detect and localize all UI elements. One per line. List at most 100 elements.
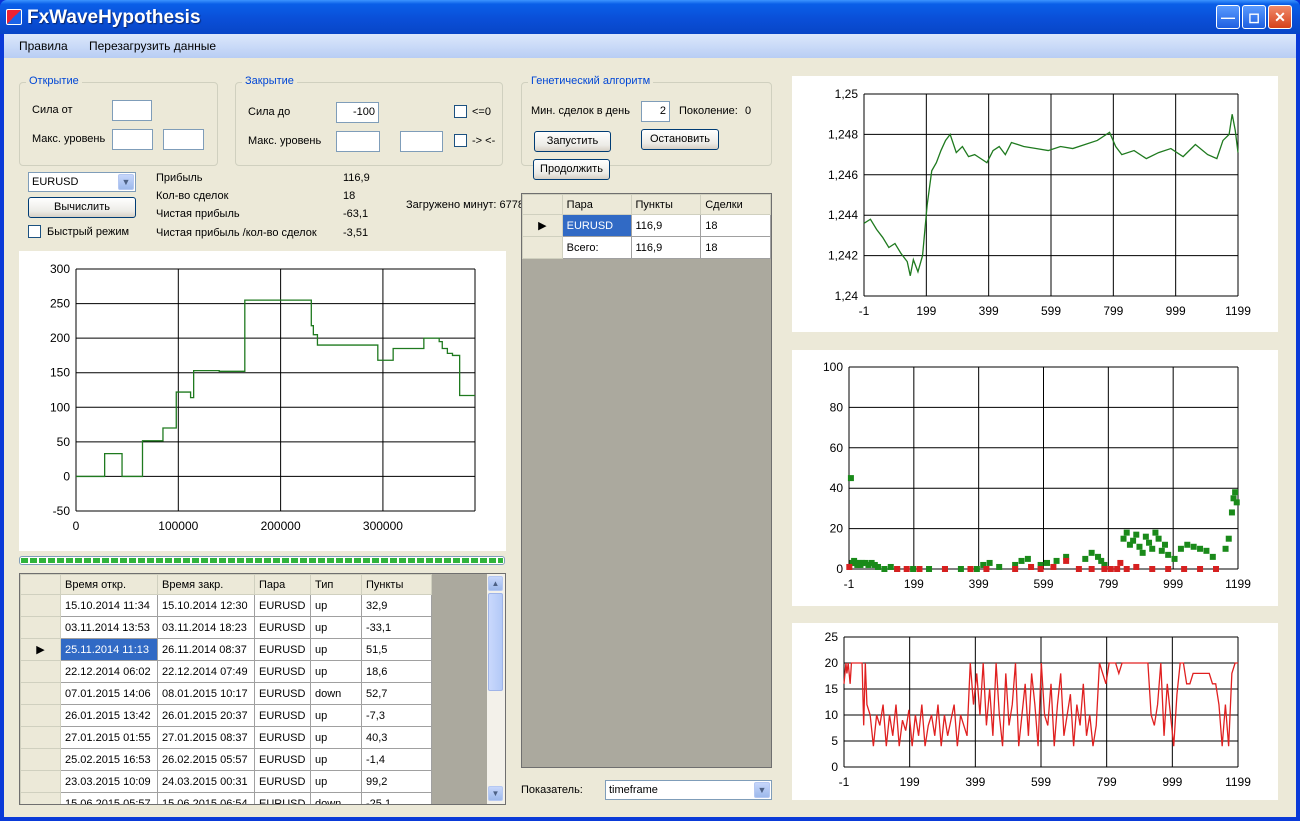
row-header[interactable]	[20, 616, 61, 639]
table-cell[interactable]: EURUSD	[254, 792, 311, 804]
menu-reload-data[interactable]: Перезагрузить данные	[89, 39, 216, 53]
table-cell[interactable]: 26.02.2015 05:57	[157, 748, 255, 771]
table-row[interactable]: 25.02.2015 16:53 26.02.2015 05:57 EURUSD up…	[20, 748, 441, 771]
row-header[interactable]	[522, 236, 563, 259]
row-header[interactable]	[20, 594, 61, 617]
scroll-down-icon[interactable]: ▼	[488, 786, 503, 801]
table-cell[interactable]: EURUSD	[254, 660, 311, 683]
min-trades-input[interactable]: 2	[641, 101, 670, 122]
table-cell[interactable]: 03.11.2014 13:53	[60, 616, 158, 639]
table-cell[interactable]: up	[310, 770, 362, 793]
table-cell[interactable]: up	[310, 616, 362, 639]
table-cell[interactable]: 27.01.2015 01:55	[60, 726, 158, 749]
continue-button[interactable]: Продолжить	[533, 159, 610, 180]
pair-select[interactable]: EURUSD ▼	[28, 172, 136, 192]
le-zero-checkbox[interactable]	[454, 105, 467, 118]
row-header[interactable]: ▶	[522, 214, 563, 237]
table-cell[interactable]: 15.06.2015 06:54	[157, 792, 255, 804]
scroll-up-icon[interactable]: ▲	[488, 576, 503, 591]
col-header-open-time[interactable]: Время откр.	[60, 574, 158, 595]
maximize-button[interactable]: ◻	[1242, 5, 1266, 29]
calculate-button[interactable]: Вычислить	[28, 197, 136, 218]
table-cell[interactable]: -33,1	[361, 616, 432, 639]
table-cell[interactable]: down	[310, 792, 362, 804]
table-cell[interactable]: 07.01.2015 14:06	[60, 682, 158, 705]
table-cell[interactable]: 27.01.2015 08:37	[157, 726, 255, 749]
table-cell[interactable]: 99,2	[361, 770, 432, 793]
col-header-points[interactable]: Пункты	[361, 574, 432, 595]
table-cell[interactable]: up	[310, 748, 362, 771]
table-cell[interactable]: -25,1	[361, 792, 432, 804]
table-cell[interactable]: EURUSD	[254, 638, 311, 661]
menu-rules[interactable]: Правила	[19, 39, 68, 53]
chevron-down-icon[interactable]: ▼	[118, 174, 134, 190]
table-cell[interactable]: 51,5	[361, 638, 432, 661]
table-cell[interactable]: Всего:	[561, 236, 632, 259]
table-row[interactable]: ▶ 25.11.2014 11:13 26.11.2014 08:37 EURUSD u…	[20, 638, 441, 661]
table-cell[interactable]: up	[310, 726, 362, 749]
trades-grid[interactable]: Время откр. Время закр. Пара Тип Пункты …	[19, 573, 506, 805]
table-cell[interactable]: 22.12.2014 06:02	[60, 660, 158, 683]
table-cell[interactable]: 03.11.2014 18:23	[157, 616, 255, 639]
open-max-level-input-b[interactable]	[163, 129, 204, 150]
row-header[interactable]: ▶	[20, 638, 61, 661]
row-header[interactable]	[20, 704, 61, 727]
table-cell[interactable]: up	[310, 660, 362, 683]
table-cell[interactable]: 18	[700, 214, 771, 237]
table-cell[interactable]: down	[310, 682, 362, 705]
scroll-thumb[interactable]	[488, 593, 503, 691]
close-max-level-input-a[interactable]	[336, 131, 380, 152]
table-cell[interactable]: up	[310, 638, 362, 661]
strength-from-input[interactable]	[112, 100, 152, 121]
table-row[interactable]: Всего: 116,9 18	[522, 236, 771, 259]
table-row[interactable]: 15.06.2015 05:57 15.06.2015 06:54 EURUSD do…	[20, 792, 441, 804]
table-cell[interactable]: 25.02.2015 16:53	[60, 748, 158, 771]
table-cell[interactable]: EURUSD	[254, 726, 311, 749]
trades-scrollbar[interactable]: ▲ ▼	[487, 574, 505, 804]
table-cell[interactable]: 52,7	[361, 682, 432, 705]
table-cell[interactable]: 15.10.2014 11:34	[60, 594, 158, 617]
table-cell[interactable]: 22.12.2014 07:49	[157, 660, 255, 683]
table-row[interactable]: 22.12.2014 06:02 22.12.2014 07:49 EURUSD up…	[20, 660, 441, 683]
table-cell[interactable]: EURUSD	[254, 682, 311, 705]
fast-mode-checkbox[interactable]	[28, 225, 41, 238]
table-row[interactable]: 27.01.2015 01:55 27.01.2015 08:37 EURUSD up…	[20, 726, 441, 749]
close-max-level-input-b[interactable]	[400, 131, 443, 152]
table-cell[interactable]: 32,9	[361, 594, 432, 617]
table-cell[interactable]: EURUSD	[561, 214, 632, 237]
table-cell[interactable]: EURUSD	[254, 594, 311, 617]
row-header[interactable]	[20, 726, 61, 749]
table-cell[interactable]: 25.11.2014 11:13	[60, 638, 158, 661]
col-header-type[interactable]: Тип	[310, 574, 362, 595]
minimize-button[interactable]: —	[1216, 5, 1240, 29]
table-cell[interactable]: 116,9	[630, 236, 702, 259]
table-cell[interactable]: 26.01.2015 20:37	[157, 704, 255, 727]
row-header[interactable]	[20, 660, 61, 683]
summary-grid[interactable]: Пара Пункты Сделки ▶ EURUSD 116,9 18 Все…	[521, 193, 772, 768]
table-cell[interactable]: 23.03.2015 10:09	[60, 770, 158, 793]
table-cell[interactable]: EURUSD	[254, 748, 311, 771]
table-cell[interactable]: EURUSD	[254, 770, 311, 793]
table-cell[interactable]: 18,6	[361, 660, 432, 683]
table-cell[interactable]: EURUSD	[254, 616, 311, 639]
stop-button[interactable]: Остановить	[641, 129, 719, 150]
converge-checkbox[interactable]	[454, 134, 467, 147]
table-cell[interactable]: 15.10.2014 12:30	[157, 594, 255, 617]
table-cell[interactable]: 15.06.2015 05:57	[60, 792, 158, 804]
table-cell[interactable]: up	[310, 594, 362, 617]
row-header[interactable]	[20, 748, 61, 771]
table-cell[interactable]: 18	[700, 236, 771, 259]
table-row[interactable]: 23.03.2015 10:09 24.03.2015 00:31 EURUSD up…	[20, 770, 441, 793]
table-cell[interactable]: 26.11.2014 08:37	[157, 638, 255, 661]
table-cell[interactable]: 40,3	[361, 726, 432, 749]
table-row[interactable]: 03.11.2014 13:53 03.11.2014 18:23 EURUSD up…	[20, 616, 441, 639]
start-button[interactable]: Запустить	[534, 131, 611, 152]
table-cell[interactable]: up	[310, 704, 362, 727]
row-header[interactable]	[20, 770, 61, 793]
col-header-trades[interactable]: Сделки	[700, 194, 771, 215]
table-row[interactable]: ▶ EURUSD 116,9 18	[522, 214, 771, 237]
table-cell[interactable]: -1,4	[361, 748, 432, 771]
indicator-select[interactable]: timeframe ▼	[605, 780, 772, 800]
table-cell[interactable]: -7,3	[361, 704, 432, 727]
table-cell[interactable]: 24.03.2015 00:31	[157, 770, 255, 793]
